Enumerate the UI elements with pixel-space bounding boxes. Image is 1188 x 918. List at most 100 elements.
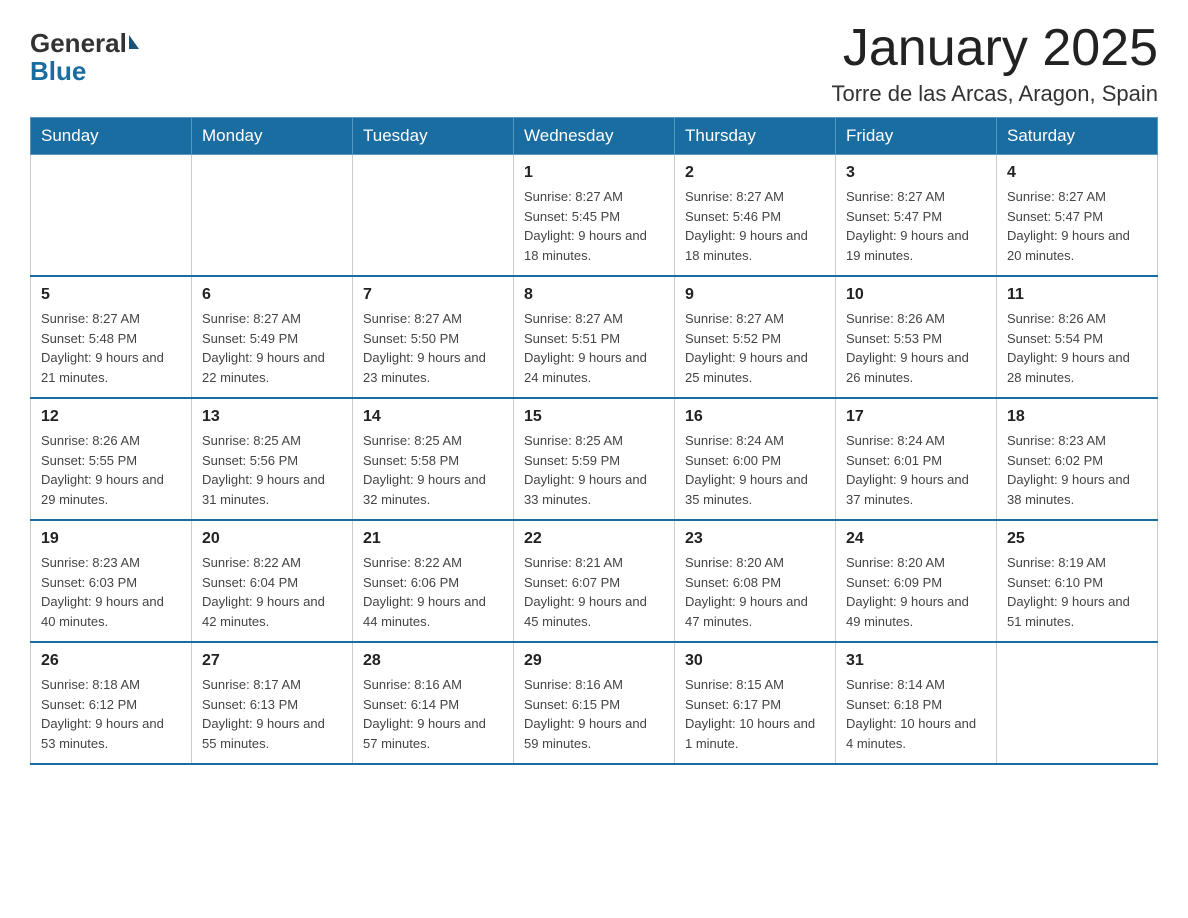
day-number: 21 <box>363 527 503 551</box>
day-number: 13 <box>202 405 342 429</box>
table-row: 11Sunrise: 8:26 AMSunset: 5:54 PMDayligh… <box>997 276 1158 398</box>
logo: General Blue <box>30 30 139 87</box>
day-info: Sunrise: 8:23 AMSunset: 6:03 PMDaylight:… <box>41 553 181 631</box>
calendar-week-row: 1Sunrise: 8:27 AMSunset: 5:45 PMDaylight… <box>31 155 1158 277</box>
table-row: 8Sunrise: 8:27 AMSunset: 5:51 PMDaylight… <box>514 276 675 398</box>
day-number: 12 <box>41 405 181 429</box>
col-saturday: Saturday <box>997 118 1158 155</box>
day-info: Sunrise: 8:21 AMSunset: 6:07 PMDaylight:… <box>524 553 664 631</box>
day-number: 2 <box>685 161 825 185</box>
day-number: 24 <box>846 527 986 551</box>
calendar-table: Sunday Monday Tuesday Wednesday Thursday… <box>30 117 1158 765</box>
day-info: Sunrise: 8:20 AMSunset: 6:08 PMDaylight:… <box>685 553 825 631</box>
col-tuesday: Tuesday <box>353 118 514 155</box>
table-row: 13Sunrise: 8:25 AMSunset: 5:56 PMDayligh… <box>192 398 353 520</box>
day-number: 10 <box>846 283 986 307</box>
day-number: 8 <box>524 283 664 307</box>
table-row: 9Sunrise: 8:27 AMSunset: 5:52 PMDaylight… <box>675 276 836 398</box>
day-number: 9 <box>685 283 825 307</box>
table-row: 3Sunrise: 8:27 AMSunset: 5:47 PMDaylight… <box>836 155 997 277</box>
day-info: Sunrise: 8:22 AMSunset: 6:06 PMDaylight:… <box>363 553 503 631</box>
table-row: 31Sunrise: 8:14 AMSunset: 6:18 PMDayligh… <box>836 642 997 764</box>
table-row: 5Sunrise: 8:27 AMSunset: 5:48 PMDaylight… <box>31 276 192 398</box>
table-row: 29Sunrise: 8:16 AMSunset: 6:15 PMDayligh… <box>514 642 675 764</box>
table-row: 23Sunrise: 8:20 AMSunset: 6:08 PMDayligh… <box>675 520 836 642</box>
col-thursday: Thursday <box>675 118 836 155</box>
calendar-week-row: 26Sunrise: 8:18 AMSunset: 6:12 PMDayligh… <box>31 642 1158 764</box>
table-row: 26Sunrise: 8:18 AMSunset: 6:12 PMDayligh… <box>31 642 192 764</box>
calendar-week-row: 5Sunrise: 8:27 AMSunset: 5:48 PMDaylight… <box>31 276 1158 398</box>
day-number: 27 <box>202 649 342 673</box>
day-info: Sunrise: 8:15 AMSunset: 6:17 PMDaylight:… <box>685 675 825 753</box>
day-info: Sunrise: 8:27 AMSunset: 5:50 PMDaylight:… <box>363 309 503 387</box>
day-number: 28 <box>363 649 503 673</box>
day-info: Sunrise: 8:17 AMSunset: 6:13 PMDaylight:… <box>202 675 342 753</box>
day-info: Sunrise: 8:27 AMSunset: 5:46 PMDaylight:… <box>685 187 825 265</box>
day-info: Sunrise: 8:27 AMSunset: 5:48 PMDaylight:… <box>41 309 181 387</box>
col-wednesday: Wednesday <box>514 118 675 155</box>
table-row <box>31 155 192 277</box>
table-row: 17Sunrise: 8:24 AMSunset: 6:01 PMDayligh… <box>836 398 997 520</box>
day-info: Sunrise: 8:27 AMSunset: 5:51 PMDaylight:… <box>524 309 664 387</box>
calendar-week-row: 12Sunrise: 8:26 AMSunset: 5:55 PMDayligh… <box>31 398 1158 520</box>
day-info: Sunrise: 8:25 AMSunset: 5:56 PMDaylight:… <box>202 431 342 509</box>
main-title: January 2025 <box>831 20 1158 77</box>
page-header: General Blue January 2025 Torre de las A… <box>30 20 1158 107</box>
day-info: Sunrise: 8:23 AMSunset: 6:02 PMDaylight:… <box>1007 431 1147 509</box>
day-info: Sunrise: 8:27 AMSunset: 5:49 PMDaylight:… <box>202 309 342 387</box>
table-row: 10Sunrise: 8:26 AMSunset: 5:53 PMDayligh… <box>836 276 997 398</box>
col-sunday: Sunday <box>31 118 192 155</box>
day-info: Sunrise: 8:14 AMSunset: 6:18 PMDaylight:… <box>846 675 986 753</box>
day-number: 3 <box>846 161 986 185</box>
day-info: Sunrise: 8:19 AMSunset: 6:10 PMDaylight:… <box>1007 553 1147 631</box>
day-info: Sunrise: 8:18 AMSunset: 6:12 PMDaylight:… <box>41 675 181 753</box>
day-number: 22 <box>524 527 664 551</box>
day-info: Sunrise: 8:26 AMSunset: 5:55 PMDaylight:… <box>41 431 181 509</box>
calendar-header-row: Sunday Monday Tuesday Wednesday Thursday… <box>31 118 1158 155</box>
table-row: 12Sunrise: 8:26 AMSunset: 5:55 PMDayligh… <box>31 398 192 520</box>
table-row: 25Sunrise: 8:19 AMSunset: 6:10 PMDayligh… <box>997 520 1158 642</box>
day-number: 19 <box>41 527 181 551</box>
day-info: Sunrise: 8:16 AMSunset: 6:14 PMDaylight:… <box>363 675 503 753</box>
day-info: Sunrise: 8:22 AMSunset: 6:04 PMDaylight:… <box>202 553 342 631</box>
table-row: 16Sunrise: 8:24 AMSunset: 6:00 PMDayligh… <box>675 398 836 520</box>
table-row: 21Sunrise: 8:22 AMSunset: 6:06 PMDayligh… <box>353 520 514 642</box>
col-monday: Monday <box>192 118 353 155</box>
day-number: 30 <box>685 649 825 673</box>
table-row <box>353 155 514 277</box>
day-number: 14 <box>363 405 503 429</box>
subtitle: Torre de las Arcas, Aragon, Spain <box>831 81 1158 107</box>
table-row: 28Sunrise: 8:16 AMSunset: 6:14 PMDayligh… <box>353 642 514 764</box>
day-info: Sunrise: 8:26 AMSunset: 5:54 PMDaylight:… <box>1007 309 1147 387</box>
table-row: 2Sunrise: 8:27 AMSunset: 5:46 PMDaylight… <box>675 155 836 277</box>
table-row <box>192 155 353 277</box>
table-row: 27Sunrise: 8:17 AMSunset: 6:13 PMDayligh… <box>192 642 353 764</box>
day-info: Sunrise: 8:27 AMSunset: 5:45 PMDaylight:… <box>524 187 664 265</box>
day-info: Sunrise: 8:27 AMSunset: 5:47 PMDaylight:… <box>846 187 986 265</box>
day-info: Sunrise: 8:27 AMSunset: 5:52 PMDaylight:… <box>685 309 825 387</box>
day-info: Sunrise: 8:24 AMSunset: 6:01 PMDaylight:… <box>846 431 986 509</box>
day-number: 11 <box>1007 283 1147 307</box>
day-number: 6 <box>202 283 342 307</box>
table-row: 14Sunrise: 8:25 AMSunset: 5:58 PMDayligh… <box>353 398 514 520</box>
table-row: 20Sunrise: 8:22 AMSunset: 6:04 PMDayligh… <box>192 520 353 642</box>
title-block: January 2025 Torre de las Arcas, Aragon,… <box>831 20 1158 107</box>
day-number: 4 <box>1007 161 1147 185</box>
table-row: 18Sunrise: 8:23 AMSunset: 6:02 PMDayligh… <box>997 398 1158 520</box>
table-row: 30Sunrise: 8:15 AMSunset: 6:17 PMDayligh… <box>675 642 836 764</box>
day-info: Sunrise: 8:25 AMSunset: 5:58 PMDaylight:… <box>363 431 503 509</box>
day-number: 15 <box>524 405 664 429</box>
day-number: 16 <box>685 405 825 429</box>
day-info: Sunrise: 8:24 AMSunset: 6:00 PMDaylight:… <box>685 431 825 509</box>
table-row: 22Sunrise: 8:21 AMSunset: 6:07 PMDayligh… <box>514 520 675 642</box>
day-number: 17 <box>846 405 986 429</box>
table-row: 15Sunrise: 8:25 AMSunset: 5:59 PMDayligh… <box>514 398 675 520</box>
table-row: 24Sunrise: 8:20 AMSunset: 6:09 PMDayligh… <box>836 520 997 642</box>
table-row: 7Sunrise: 8:27 AMSunset: 5:50 PMDaylight… <box>353 276 514 398</box>
day-info: Sunrise: 8:27 AMSunset: 5:47 PMDaylight:… <box>1007 187 1147 265</box>
day-info: Sunrise: 8:16 AMSunset: 6:15 PMDaylight:… <box>524 675 664 753</box>
day-info: Sunrise: 8:25 AMSunset: 5:59 PMDaylight:… <box>524 431 664 509</box>
logo-general-text: General <box>30 30 127 56</box>
day-number: 31 <box>846 649 986 673</box>
day-info: Sunrise: 8:26 AMSunset: 5:53 PMDaylight:… <box>846 309 986 387</box>
